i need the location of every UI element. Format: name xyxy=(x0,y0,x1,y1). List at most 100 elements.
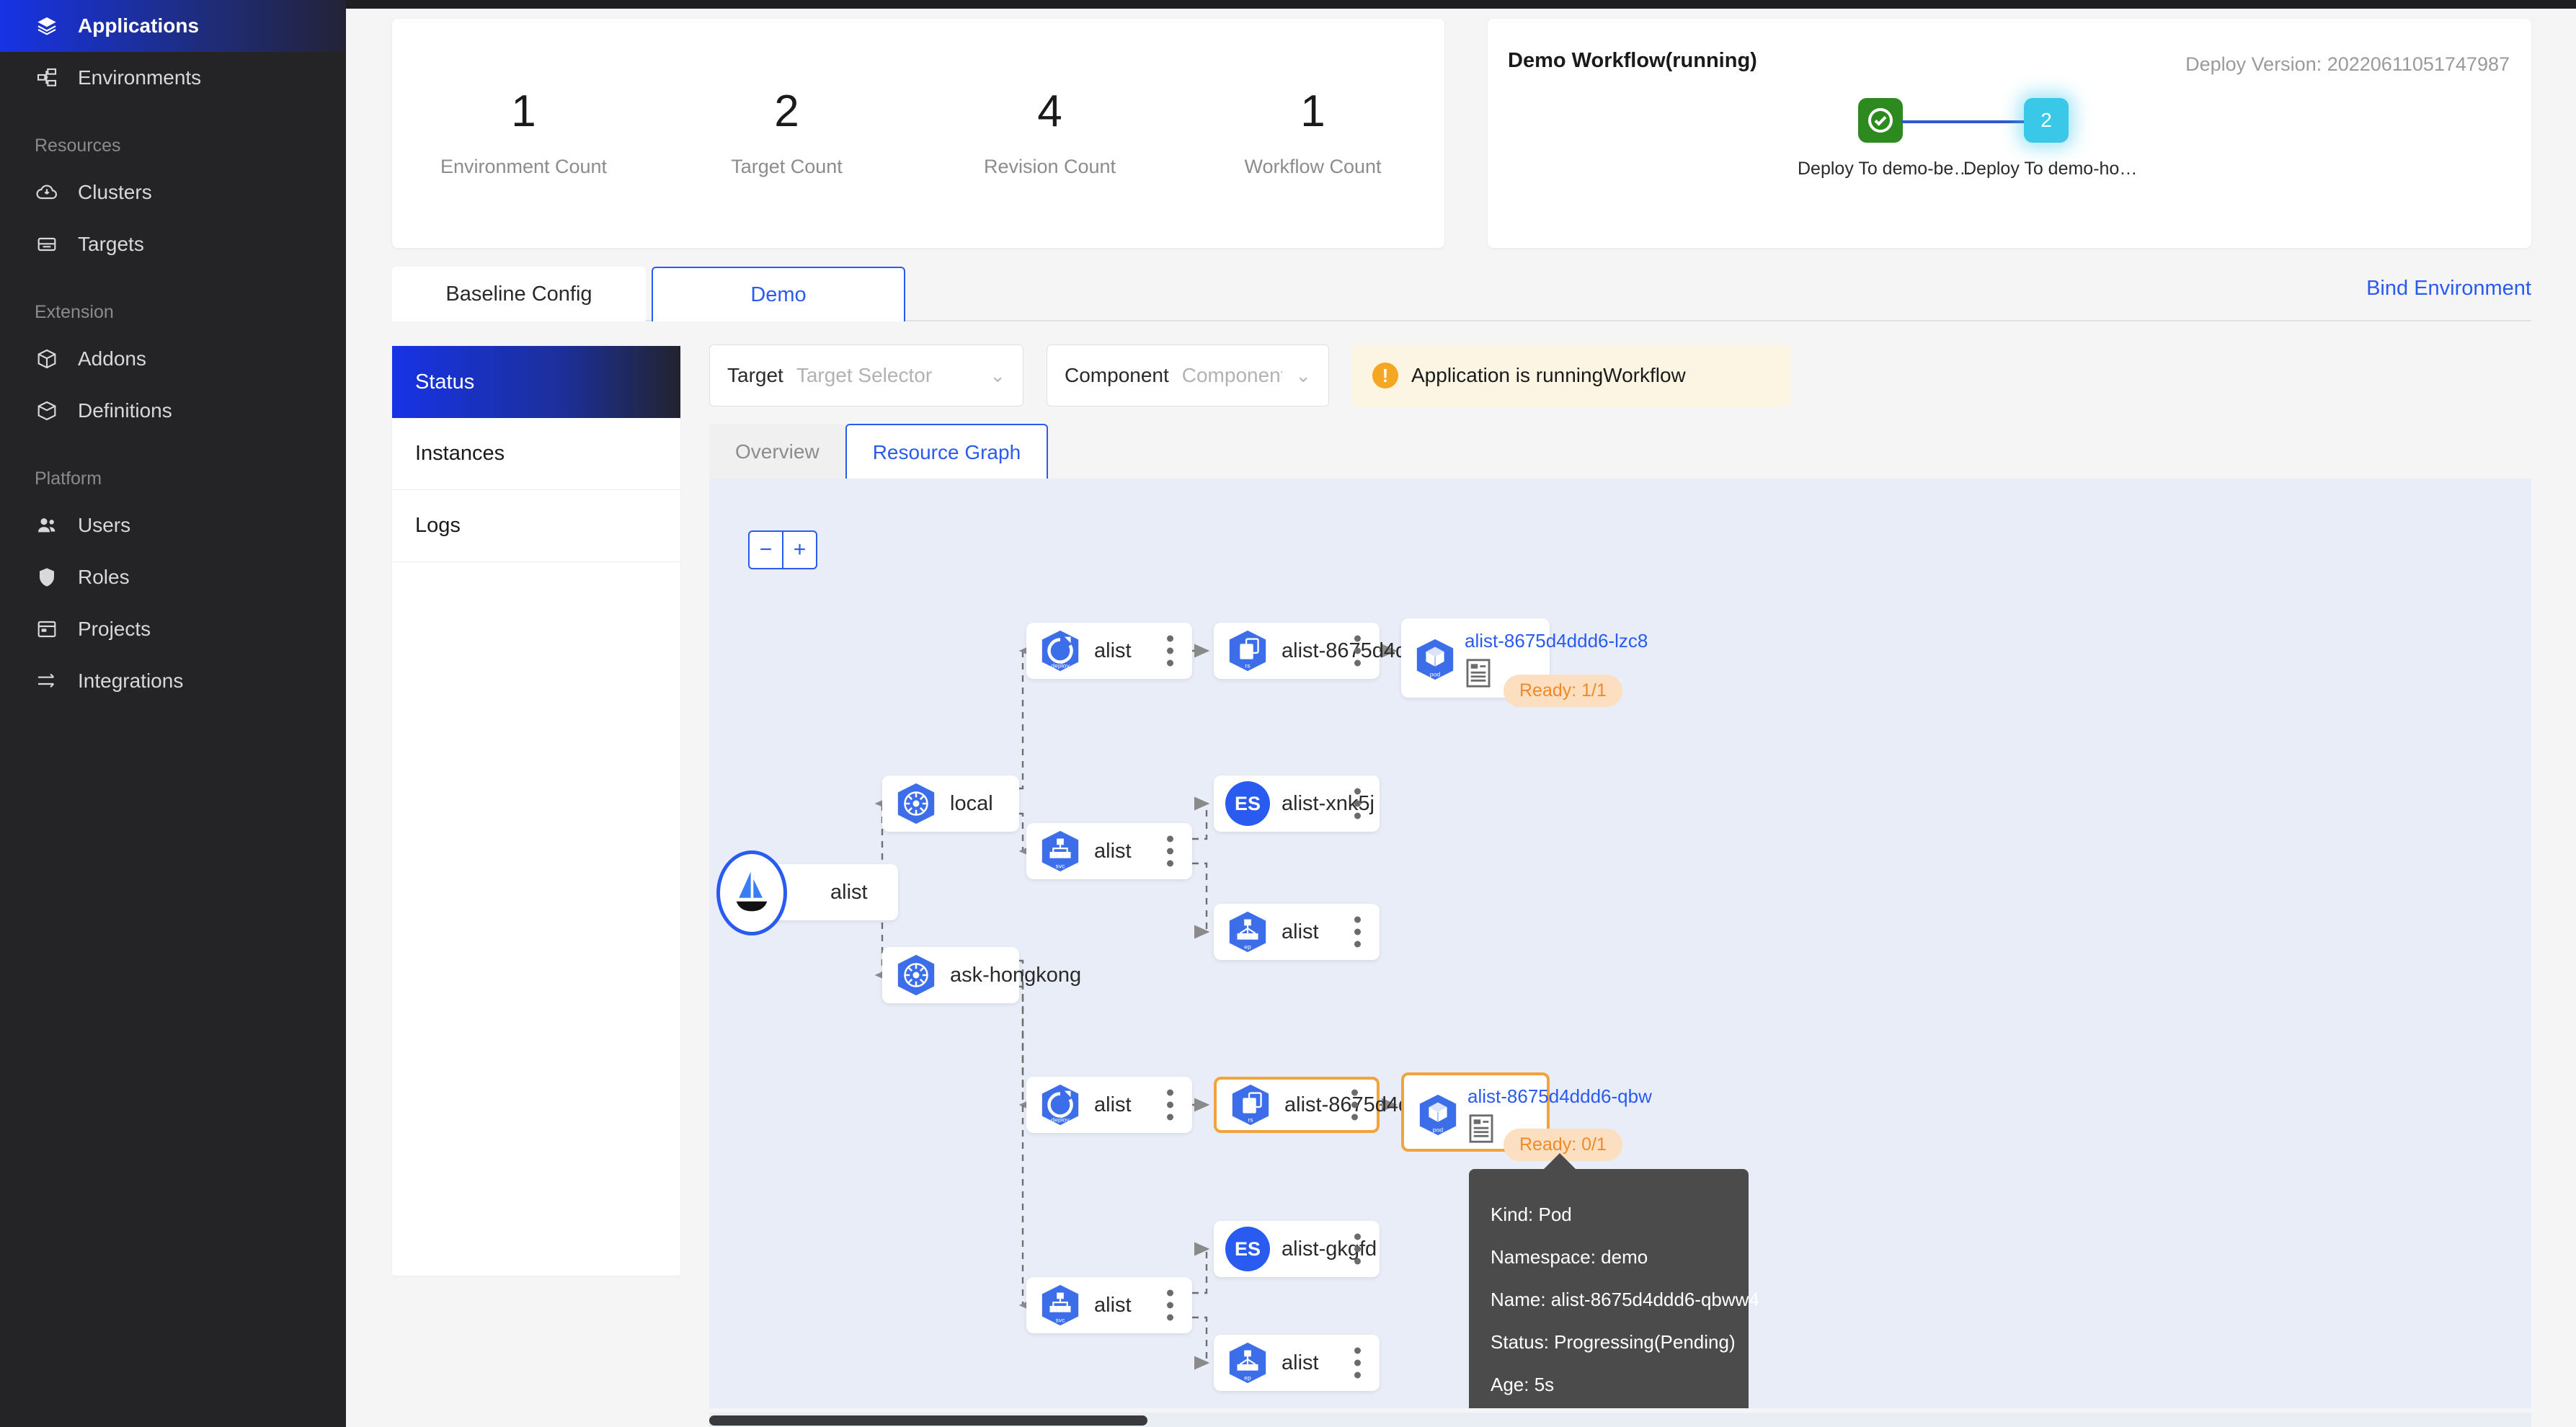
svg-text:svc: svc xyxy=(1055,862,1065,869)
node-label: alist-gkgfd xyxy=(1282,1237,1377,1261)
node-menu-button[interactable] xyxy=(1354,1233,1361,1265)
subnav-item-status[interactable]: Status xyxy=(392,346,680,418)
graph-node-replicaset-1[interactable]: rs alist-8675d4ddd6 xyxy=(1214,623,1442,679)
sidebar-item-label: Projects xyxy=(78,618,151,640)
window-top-strip xyxy=(0,0,2576,9)
node-label: alist xyxy=(1282,1351,1319,1374)
node-menu-button[interactable] xyxy=(1354,916,1361,948)
node-label: alist xyxy=(830,880,868,904)
stat-revision-count: 4 Revision Count xyxy=(918,89,1181,178)
node-label[interactable]: alist-8675d4ddd6-qbw xyxy=(1467,1085,1652,1108)
stat-label: Workflow Count xyxy=(1244,155,1382,177)
users-icon xyxy=(35,513,59,538)
sidebar-item-applications[interactable]: Applications xyxy=(0,0,346,52)
tab-overview[interactable]: Overview xyxy=(709,424,845,480)
graph-node-deployment-1[interactable]: deploy alist xyxy=(1026,623,1192,679)
node-menu-button[interactable] xyxy=(1167,835,1173,867)
check-icon xyxy=(1858,98,1903,143)
graph-node-endpointslice-1[interactable]: ES alist-xnk5j xyxy=(1214,775,1380,832)
stat-value: 4 xyxy=(1037,86,1062,136)
subnav-item-logs[interactable]: Logs xyxy=(392,490,680,562)
graph-node-cluster-ask-hongkong[interactable]: ask-hongkong xyxy=(882,947,1081,1003)
sidebar-item-definitions[interactable]: Definitions xyxy=(0,385,346,437)
component-label: Component xyxy=(1065,364,1169,386)
graph-node-cluster-local[interactable]: local xyxy=(882,775,1019,832)
node-label[interactable]: alist-8675d4ddd6-lzc8 xyxy=(1465,630,1648,652)
zoom-in-button[interactable]: + xyxy=(783,532,816,568)
workflow-step-deploy-backend[interactable]: Deploy To demo-be… xyxy=(1798,98,2025,179)
graph-node-endpoints-2[interactable]: ep alist xyxy=(1214,1335,1380,1391)
tab-baseline-config[interactable]: Baseline Config xyxy=(392,267,646,321)
sidebar-item-roles[interactable]: Roles xyxy=(0,551,346,603)
stat-value: 2 xyxy=(774,86,799,136)
node-menu-button[interactable] xyxy=(1354,788,1361,819)
kubernetes-deployment-icon: deploy xyxy=(1038,628,1083,673)
sidebar-item-integrations[interactable]: Integrations xyxy=(0,655,346,707)
stat-value: 1 xyxy=(1300,86,1325,136)
endpointslice-icon: ES xyxy=(1225,781,1270,826)
sidebar-item-targets[interactable]: Targets xyxy=(0,218,346,270)
shield-icon xyxy=(35,565,59,590)
subnav-item-instances[interactable]: Instances xyxy=(392,418,680,490)
kubernetes-cluster-icon xyxy=(894,953,938,997)
svg-text:deploy: deploy xyxy=(1051,1116,1070,1123)
node-menu-button[interactable] xyxy=(1354,635,1361,667)
node-menu-button[interactable] xyxy=(1167,635,1173,667)
target-selector[interactable]: Target Target Selector ⌄ xyxy=(709,344,1023,406)
sidebar-group-resources: Resources xyxy=(35,135,121,156)
kubernetes-service-icon: svc xyxy=(1038,829,1083,873)
scrollbar-thumb[interactable] xyxy=(709,1415,1147,1426)
workflow-step-deploy-hongkong[interactable]: 2 Deploy To demo-ho… xyxy=(1963,98,2137,179)
component-selector[interactable]: Component Component ⌄ xyxy=(1047,344,1329,406)
graph-node-endpointslice-2[interactable]: ES alist-gkgfd xyxy=(1214,1221,1380,1277)
logs-icon[interactable] xyxy=(1467,1112,1495,1145)
workflow-step-label: Deploy To demo-be… xyxy=(1798,159,1972,179)
node-menu-button[interactable] xyxy=(1167,1289,1173,1321)
pod-ready-badge: Ready: 1/1 xyxy=(1504,675,1622,707)
graph-node-service-1[interactable]: svc alist xyxy=(1026,823,1192,879)
sidebar-item-addons[interactable]: Addons xyxy=(0,333,346,385)
sidebar: Applications Environments Resources Clus… xyxy=(0,0,346,1427)
sidebar-item-label: Users xyxy=(78,514,131,536)
sidebar-item-users[interactable]: Users xyxy=(0,499,346,551)
stat-environment-count: 1 Environment Count xyxy=(392,89,655,178)
stat-workflow-count: 1 Workflow Count xyxy=(1181,89,1444,178)
sidebar-item-label: Environments xyxy=(78,66,202,89)
resource-graph-canvas[interactable]: − + alist local ask-hongkong deploy alis… xyxy=(709,479,2531,1408)
svg-text:ep: ep xyxy=(1244,943,1251,950)
inbox-icon xyxy=(35,232,59,257)
sidebar-item-environments[interactable]: Environments xyxy=(0,52,346,104)
target-value: Target Selector xyxy=(796,364,933,386)
chevron-down-icon: ⌄ xyxy=(990,364,1005,386)
node-menu-button[interactable] xyxy=(1351,1089,1358,1121)
zoom-controls[interactable]: − + xyxy=(748,530,817,569)
sidebar-item-clusters[interactable]: Clusters xyxy=(0,166,346,218)
sidebar-item-label: Targets xyxy=(78,233,144,255)
workflow-steps: Deploy To demo-be… 2 Deploy To demo-ho… xyxy=(1798,98,2137,179)
application-icon xyxy=(716,850,787,935)
graph-node-deployment-2[interactable]: deploy alist xyxy=(1026,1077,1192,1133)
graph-node-replicaset-2[interactable]: rs alist-8675d4ddd6 xyxy=(1214,1077,1445,1133)
warning-icon: ! xyxy=(1372,363,1398,388)
stat-label: Environment Count xyxy=(440,155,608,177)
box-icon xyxy=(35,347,59,371)
sidebar-item-projects[interactable]: Projects xyxy=(0,603,346,655)
zoom-out-button[interactable]: − xyxy=(750,532,783,568)
kubernetes-deployment-icon: deploy xyxy=(1038,1083,1083,1127)
node-label: alist xyxy=(1282,920,1319,943)
node-menu-button[interactable] xyxy=(1167,1089,1173,1121)
tab-demo[interactable]: Demo xyxy=(652,267,905,321)
tab-resource-graph[interactable]: Resource Graph xyxy=(845,424,1049,480)
sidebar-group-extension: Extension xyxy=(35,302,114,322)
bind-environment-link[interactable]: Bind Environment xyxy=(2366,277,2531,301)
graph-node-service-2[interactable]: svc alist xyxy=(1026,1277,1192,1333)
horizontal-scrollbar[interactable] xyxy=(709,1413,2531,1427)
logs-icon[interactable] xyxy=(1465,657,1492,690)
svg-text:pod: pod xyxy=(1430,670,1441,677)
node-label: alist xyxy=(1094,1093,1132,1116)
workflow-card: Demo Workflow(running) Deploy Version: 2… xyxy=(1488,19,2531,248)
summary-stats-card: 1 Environment Count 2 Target Count 4 Rev… xyxy=(392,19,1444,248)
tooltip-ready: Ready: 0/1 xyxy=(1469,1406,1749,1408)
node-menu-button[interactable] xyxy=(1354,1347,1361,1379)
graph-node-endpoints-1[interactable]: ep alist xyxy=(1214,904,1380,960)
